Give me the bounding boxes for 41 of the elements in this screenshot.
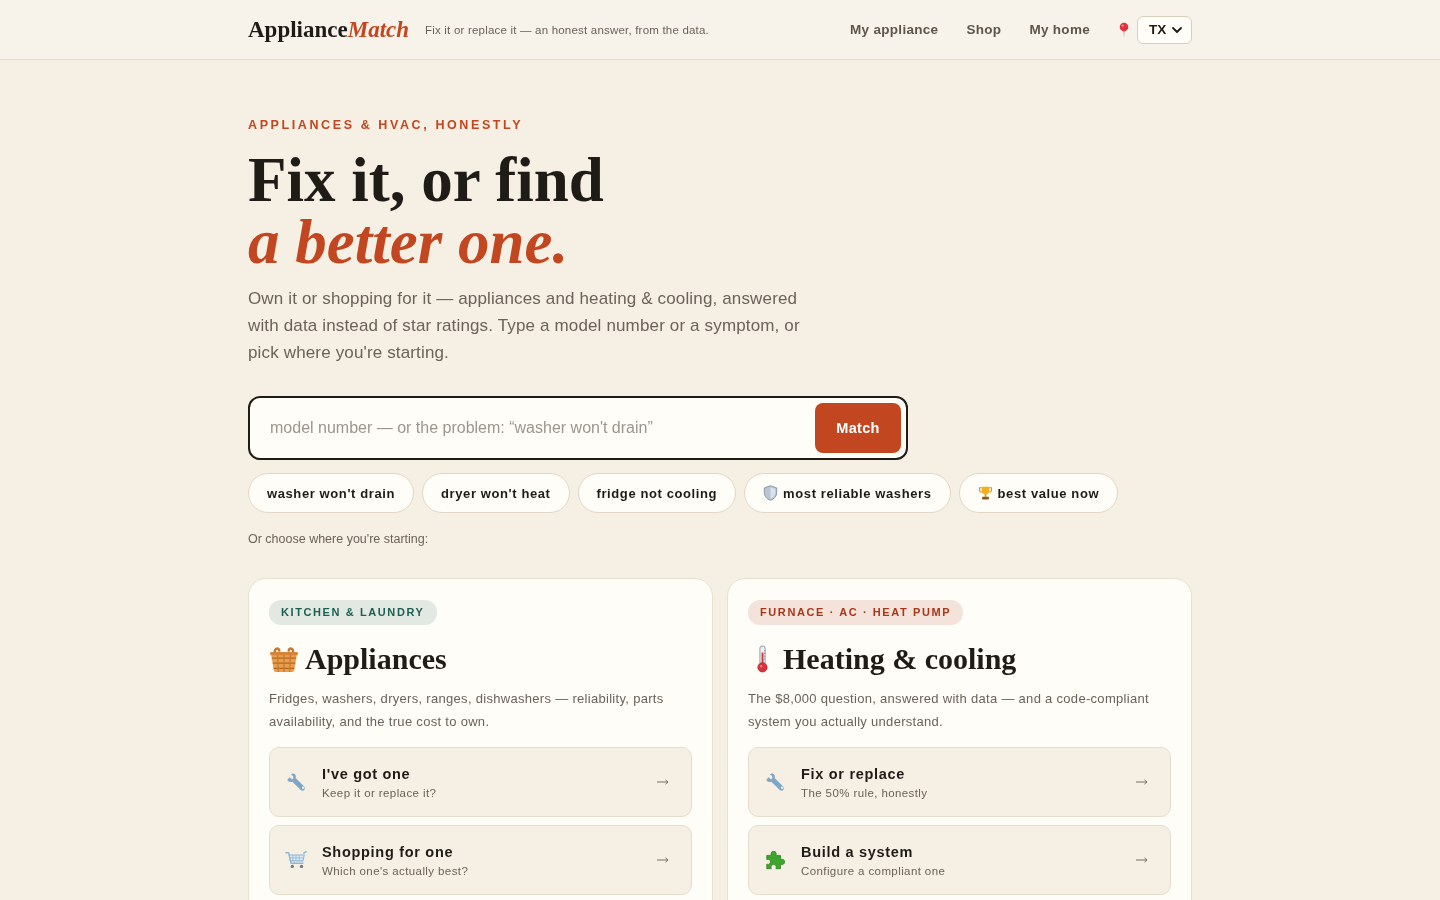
region-select[interactable]: TX xyxy=(1137,15,1192,44)
logo[interactable]: ApplianceMatch xyxy=(248,16,410,43)
tagline: Fix it or replace it — an honest answer, from the data. xyxy=(425,23,709,36)
arrow-right-icon xyxy=(657,857,669,863)
arrow-right-icon xyxy=(1136,857,1148,863)
suggestion-chip[interactable]: washer won't drain xyxy=(248,473,415,513)
headline: Fix it, or find xyxy=(248,149,604,211)
search-field[interactable]: model number — or the problem: “washer won't drain” Match xyxy=(248,396,908,460)
suggestion-chip[interactable]: fridge not cooling xyxy=(577,473,737,513)
wrench-icon xyxy=(285,771,307,793)
headline-accent: a better one. xyxy=(248,211,569,273)
basket-icon xyxy=(269,645,299,673)
suggestion-chip[interactable]: best value now xyxy=(958,473,1119,513)
suggestion-chip[interactable]: most reliable washers xyxy=(744,473,951,513)
arrow-right-icon xyxy=(1136,779,1148,785)
suggestion-chip[interactable]: dryer won't heat xyxy=(422,473,570,513)
intro-text: Own it or shopping for it — appliances and heating & cooling, answered with data instead of star ratings. Type a model number or a symptom, or pick where you're starting. xyxy=(248,288,801,364)
nav-link[interactable]: My appliance xyxy=(850,22,939,37)
path-option[interactable]: Shopping for one Which one's actually best? xyxy=(269,825,692,895)
card-description: The $8,000 question, answered with data — and a code-compliant system you actually understand. xyxy=(748,690,1150,731)
eyebrow-label: APPLIANCES & HVAC, HONESTLY xyxy=(248,117,525,133)
card-description: Fridges, washers, dryers, ranges, dishwashers — reliability, parts availability, and the true cost to own. xyxy=(269,690,665,731)
choose-prompt: Or choose where you're starting: xyxy=(248,532,430,546)
match-button[interactable]: Match xyxy=(815,403,901,453)
wrench-icon xyxy=(764,771,786,793)
shopping-cart-icon xyxy=(285,849,307,871)
card-title: Heating & cooling xyxy=(783,641,1017,677)
category-tag: FURNACE · AC · HEAT PUMP xyxy=(748,600,964,625)
shield-icon xyxy=(763,485,779,501)
path-option[interactable]: Fix or replace The 50% rule, honestly xyxy=(748,747,1171,817)
card-title: Appliances xyxy=(305,641,447,677)
thermometer-icon xyxy=(756,645,769,673)
nav-link[interactable]: My home xyxy=(1029,22,1090,37)
category-tag: KITCHEN & LAUNDRY xyxy=(269,600,437,625)
nav-link[interactable]: Shop xyxy=(966,22,1002,37)
chevron-down-icon xyxy=(1172,26,1182,33)
path-option[interactable]: I've got one Keep it or replace it? xyxy=(269,747,692,817)
puzzle-piece-icon xyxy=(764,849,786,871)
arrow-right-icon xyxy=(657,779,669,785)
path-option[interactable]: Build a system Configure a compliant one xyxy=(748,825,1171,895)
trophy-icon xyxy=(977,485,993,501)
